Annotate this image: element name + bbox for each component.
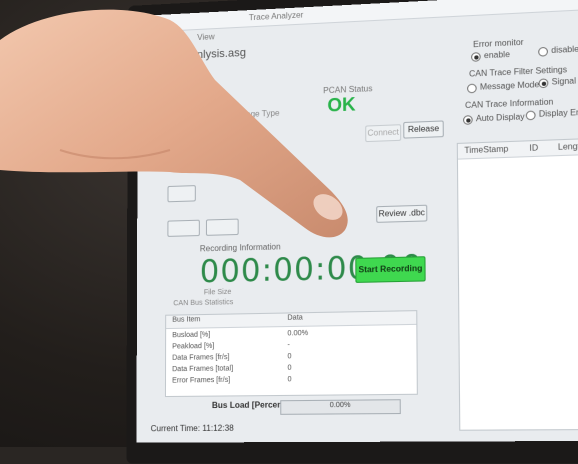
row-value: 0.00%	[287, 330, 308, 338]
message-mode-label: Message Mode	[480, 80, 539, 92]
file-name: trace_ananlysis.asg	[148, 47, 246, 64]
bus-load-value: 0.00%	[281, 401, 399, 409]
connect-button[interactable]: Connect	[365, 124, 401, 142]
statistics-header: Bus Item Data	[166, 311, 416, 329]
review-dbc-button[interactable]: Review .dbc	[376, 205, 427, 223]
row-key: Data Frames [total]	[172, 365, 233, 373]
enable-label: enable	[484, 50, 510, 61]
enable-radio[interactable]	[471, 52, 481, 62]
menu-edit[interactable]: Edit	[169, 34, 183, 44]
column-data: Data	[287, 314, 302, 322]
menu-view[interactable]: View	[197, 32, 214, 42]
table-row: Data Frames [fr/s] 0	[166, 351, 406, 364]
trace-info-label: CAN Trace Information	[465, 97, 553, 110]
signal-mode-radio[interactable]	[538, 78, 548, 88]
pcan-status-value: OK	[327, 94, 355, 117]
load-dbc-button[interactable]	[167, 220, 199, 237]
trace-table[interactable]: TimeStamp ID Length Si	[457, 137, 578, 431]
menu-bar: File Edit View	[142, 32, 227, 45]
current-time: Current Time: 11:12:38	[151, 424, 234, 434]
row-key: Data Frames [fr/s]	[172, 354, 229, 362]
statistics-table: Bus Item Data Busload [%] 0.00% Peakload …	[165, 310, 418, 397]
row-key: Peakload [%]	[172, 343, 214, 351]
auto-display-label: Auto Display	[476, 112, 525, 123]
bus-load-progress-bar: 0.00%	[280, 399, 401, 415]
disable-radio[interactable]	[538, 47, 548, 57]
table-row: Peakload [%] -	[166, 340, 406, 353]
open-dbc-button[interactable]	[167, 185, 195, 202]
row-value: 0	[287, 376, 291, 383]
row-value: -	[287, 342, 289, 349]
column-timestamp: TimeStamp	[464, 144, 508, 155]
trace-table-header: TimeStamp ID Length Si	[458, 138, 578, 159]
row-value: 0	[287, 353, 291, 360]
menu-file[interactable]: File	[142, 35, 155, 45]
row-key: Error Frames [fr/s]	[172, 377, 230, 385]
column-bus-item: Bus Item	[172, 316, 200, 324]
file-size-label: File Size	[204, 289, 231, 297]
start-recording-button[interactable]: Start Recording	[355, 256, 425, 283]
table-row: Error Frames [fr/s] 0	[166, 375, 406, 387]
can-bus-statistics-label: CAN Bus Statistics	[173, 299, 233, 307]
column-id: ID	[529, 143, 538, 153]
display-enabled-label: Display Enabled	[539, 107, 578, 119]
display-enabled-radio[interactable]	[526, 110, 536, 120]
application-window: Trace Analyzer File Edit View trace_anan…	[136, 0, 578, 443]
message-type-label: Message Type	[226, 108, 279, 119]
window-title: Trace Analyzer	[249, 10, 303, 22]
auto-display-radio[interactable]	[463, 115, 473, 125]
column-length: Length	[558, 141, 578, 152]
signal-mode-label: Signal Mode	[552, 75, 578, 87]
message-mode-radio[interactable]	[467, 84, 477, 94]
row-value: 0	[287, 365, 291, 372]
release-button[interactable]: Release	[403, 120, 444, 138]
disable-label: disable	[551, 44, 578, 55]
error-monitor-label: Error monitor	[473, 38, 524, 50]
row-key: Busload [%]	[172, 331, 210, 339]
bus-load-label: Bus Load [Percent]:	[212, 400, 291, 410]
table-row: Data Frames [total] 0	[166, 363, 406, 375]
save-dbc-button[interactable]	[206, 219, 239, 236]
